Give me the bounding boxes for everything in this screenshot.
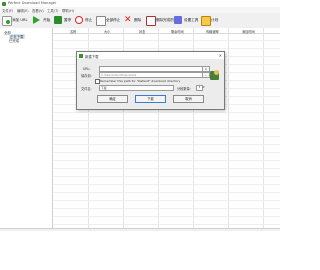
col-speed[interactable]: 传输速率 [206, 29, 219, 34]
col-name[interactable]: 名称 [70, 29, 76, 34]
app-icon [2, 1, 6, 6]
col-added[interactable]: 添加时间 [242, 29, 255, 34]
col-size[interactable]: 大小 [104, 29, 110, 34]
cancel-button[interactable]: 取消 [173, 95, 204, 103]
dialog-title-bar: 新建下载 ✕ [77, 52, 224, 59]
add-url-icon [2, 16, 12, 26]
delete-completed-label: 删除完成的 [156, 18, 174, 22]
stop-button[interactable]: 停止 [75, 14, 93, 26]
delete-x-icon: ✕ [124, 15, 132, 25]
row-divider [53, 120, 280, 121]
row-divider [53, 200, 280, 201]
browse-button[interactable]: ... [202, 72, 210, 78]
new-download-dialog: 新建下载 ✕ URL: ▾ 保存到: C:\Users\User\Downloa… [76, 51, 225, 110]
add-url-button[interactable]: 添加 URL [2, 14, 32, 26]
delete-label: 删除 [134, 18, 142, 22]
ok-button[interactable]: 确定 [97, 95, 128, 103]
row-divider [53, 152, 280, 153]
row-divider [53, 224, 280, 225]
scheduler-icon [201, 16, 211, 26]
row-divider [53, 216, 280, 217]
options-button[interactable]: 设置工具 [174, 14, 200, 26]
options-icon [174, 16, 182, 24]
row-divider [53, 192, 280, 193]
row-divider [53, 136, 280, 137]
dialog-app-icon [79, 53, 83, 58]
remember-path-label: Remember this path for "Default" downloa… [100, 79, 181, 83]
play-icon [33, 16, 40, 24]
delete-completed-button[interactable]: 删除完成的 [146, 14, 174, 26]
start-label: 开始 [43, 18, 51, 22]
row-divider [53, 144, 280, 145]
col-status[interactable]: 状态 [139, 29, 145, 34]
filename-label: 文件名: [81, 87, 92, 91]
download-button[interactable]: 下载 [135, 95, 166, 103]
stop-all-button[interactable]: 全部停止 [96, 14, 122, 26]
row-divider [53, 128, 280, 129]
row-divider [53, 112, 280, 113]
tree-item-completed[interactable]: 已完成 [9, 38, 19, 43]
row-divider [53, 168, 280, 169]
close-icon[interactable]: ✕ [219, 53, 222, 58]
title-bar: Perfect Download Manager [0, 0, 280, 7]
stop-icon [75, 16, 83, 24]
pause-label: 暂停 [64, 18, 72, 22]
start-button[interactable]: 开始 [33, 14, 51, 26]
dialog-title: 新建下载 [85, 54, 99, 59]
stop-label: 停止 [85, 18, 93, 22]
pause-button[interactable]: 暂停 [54, 14, 72, 26]
row-divider [53, 160, 280, 161]
url-label: URL: [83, 67, 91, 71]
options-label: 设置工具 [184, 18, 199, 22]
split-count-chevron-icon[interactable]: ▾ [203, 85, 205, 89]
toolbar: 添加 URL 开始 暂停 停止 全部停止 ✕ 删除 删除完成的 设置工具 计划 [0, 13, 280, 29]
category-tree: 全部 正在下载 已完成 [0, 28, 53, 228]
filename-input[interactable]: 下载 [99, 85, 174, 91]
col-remaining[interactable]: 剩余时间 [171, 29, 184, 34]
row-divider [53, 184, 280, 185]
row-divider [53, 176, 280, 177]
scheduler-button[interactable]: 计划 [201, 14, 221, 26]
stop-all-icon [96, 16, 106, 26]
scheduler-label: 计划 [211, 18, 219, 22]
add-url-label: 添加 URL [12, 18, 28, 22]
row-divider [53, 48, 280, 49]
status-bar [0, 228, 280, 231]
pause-icon [54, 16, 62, 24]
row-divider [53, 40, 280, 41]
save-to-label: 保存到: [81, 74, 92, 78]
delete-completed-icon [146, 16, 156, 26]
stop-all-label: 全部停止 [106, 18, 121, 22]
row-divider [53, 208, 280, 209]
split-count-stepper[interactable]: 5 [196, 85, 203, 91]
download-folder-icon [210, 70, 219, 80]
save-path-input[interactable]: C:\Users\User\Downloads [99, 72, 203, 78]
delete-button[interactable]: ✕ 删除 [124, 14, 142, 26]
window-title: Perfect Download Manager [8, 1, 57, 6]
split-count-label: 分段数量: [177, 87, 191, 91]
